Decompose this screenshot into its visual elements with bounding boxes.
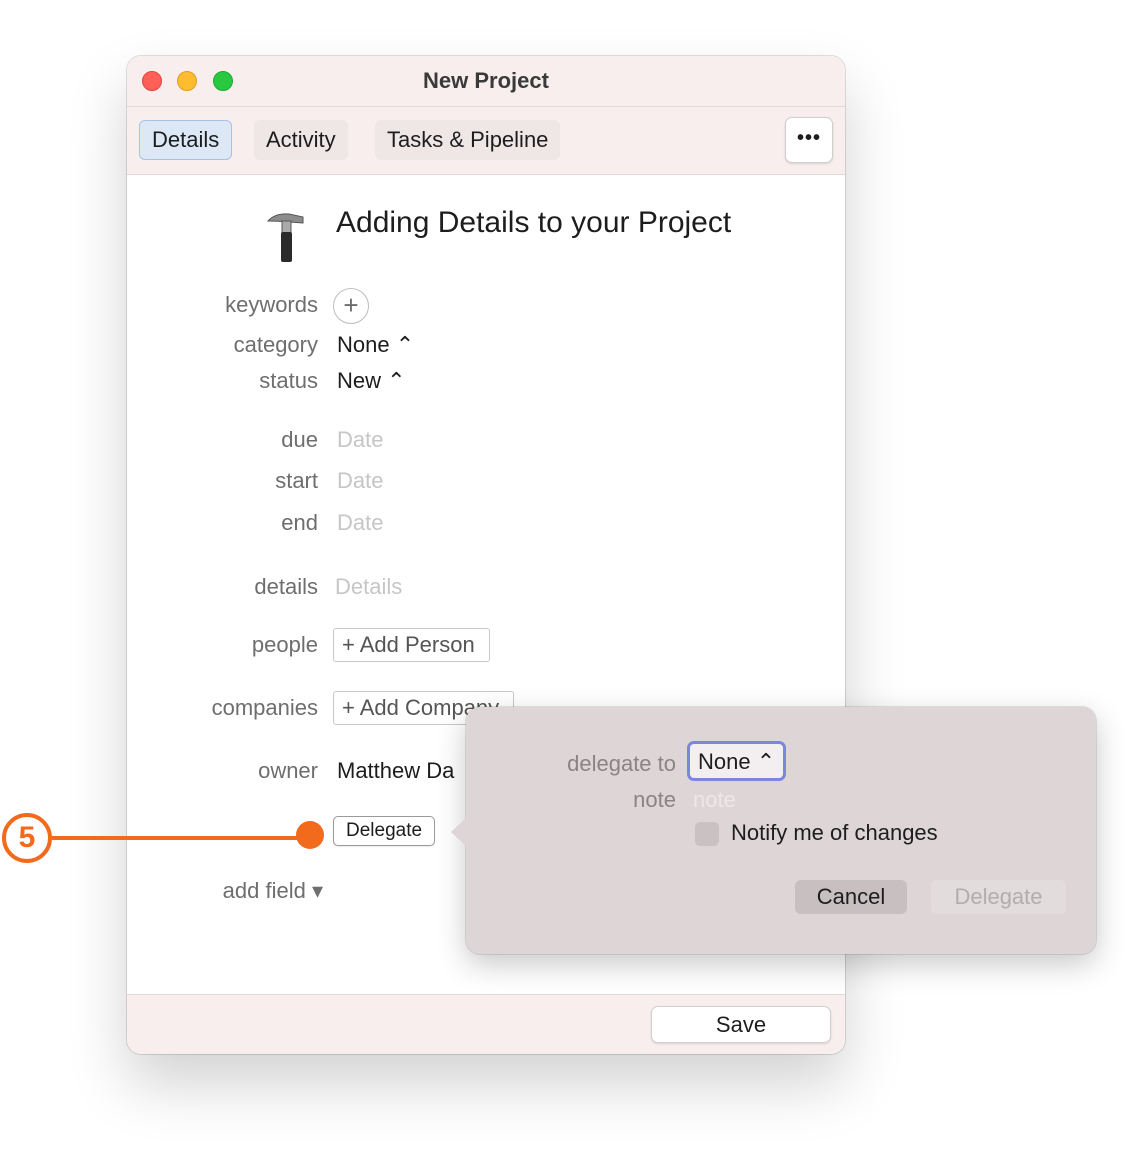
due-label: due [281,427,318,452]
keywords-label: keywords [225,292,318,317]
delegate-to-select[interactable]: None ⌃ [687,741,787,781]
page-heading: Adding Details to your Project [336,206,732,239]
due-date-field[interactable]: Date [337,427,383,453]
category-select[interactable]: None ⌃ [337,332,414,358]
tab-tasks-pipeline[interactable]: Tasks & Pipeline [375,120,561,160]
note-field[interactable]: note [693,787,736,813]
delegate-button[interactable]: Delegate [333,816,436,846]
window-title: New Project [423,68,549,93]
popover-arrow [451,817,467,847]
add-keyword-button[interactable]: + [333,288,369,324]
notify-checkbox[interactable] [695,822,719,846]
start-label: start [275,468,318,493]
add-field-menu[interactable]: add field ▾ [127,878,323,904]
tab-activity[interactable]: Activity [254,120,348,160]
tab-details[interactable]: Details [139,120,233,160]
tab-bar: Details Activity Tasks & Pipeline ••• [127,107,845,175]
cancel-button[interactable]: Cancel [795,880,907,914]
notify-label[interactable]: Notify me of changes [731,820,938,846]
title-bar: New Project [127,56,845,107]
status-select[interactable]: New ⌃ [337,368,406,394]
end-date-field[interactable]: Date [337,510,383,536]
end-label: end [281,510,318,535]
owner-label: owner [258,758,318,783]
hammer-icon [266,213,304,262]
callout-dot [296,821,324,849]
save-button[interactable]: Save [651,1006,831,1043]
start-date-field[interactable]: Date [337,468,383,494]
people-label: people [251,632,318,657]
add-person-button[interactable]: + Add Person [333,628,490,662]
delegate-to-label: delegate to [567,751,676,776]
category-label: category [233,332,318,357]
owner-value[interactable]: Matthew Da [337,758,454,784]
more-options-button[interactable]: ••• [785,117,833,163]
details-label: details [254,574,318,599]
callout-number-badge: 5 [2,813,52,863]
popover-delegate-button[interactable]: Delegate [931,880,1066,914]
footer-bar: Save [127,994,845,1054]
status-label: status [259,368,318,393]
companies-label: companies [211,695,318,720]
callout-line [52,836,310,840]
delegate-popover: delegate to None ⌃ note note Notify me o… [451,707,1096,954]
note-label: note [633,787,676,812]
details-field[interactable]: Details [335,574,402,600]
